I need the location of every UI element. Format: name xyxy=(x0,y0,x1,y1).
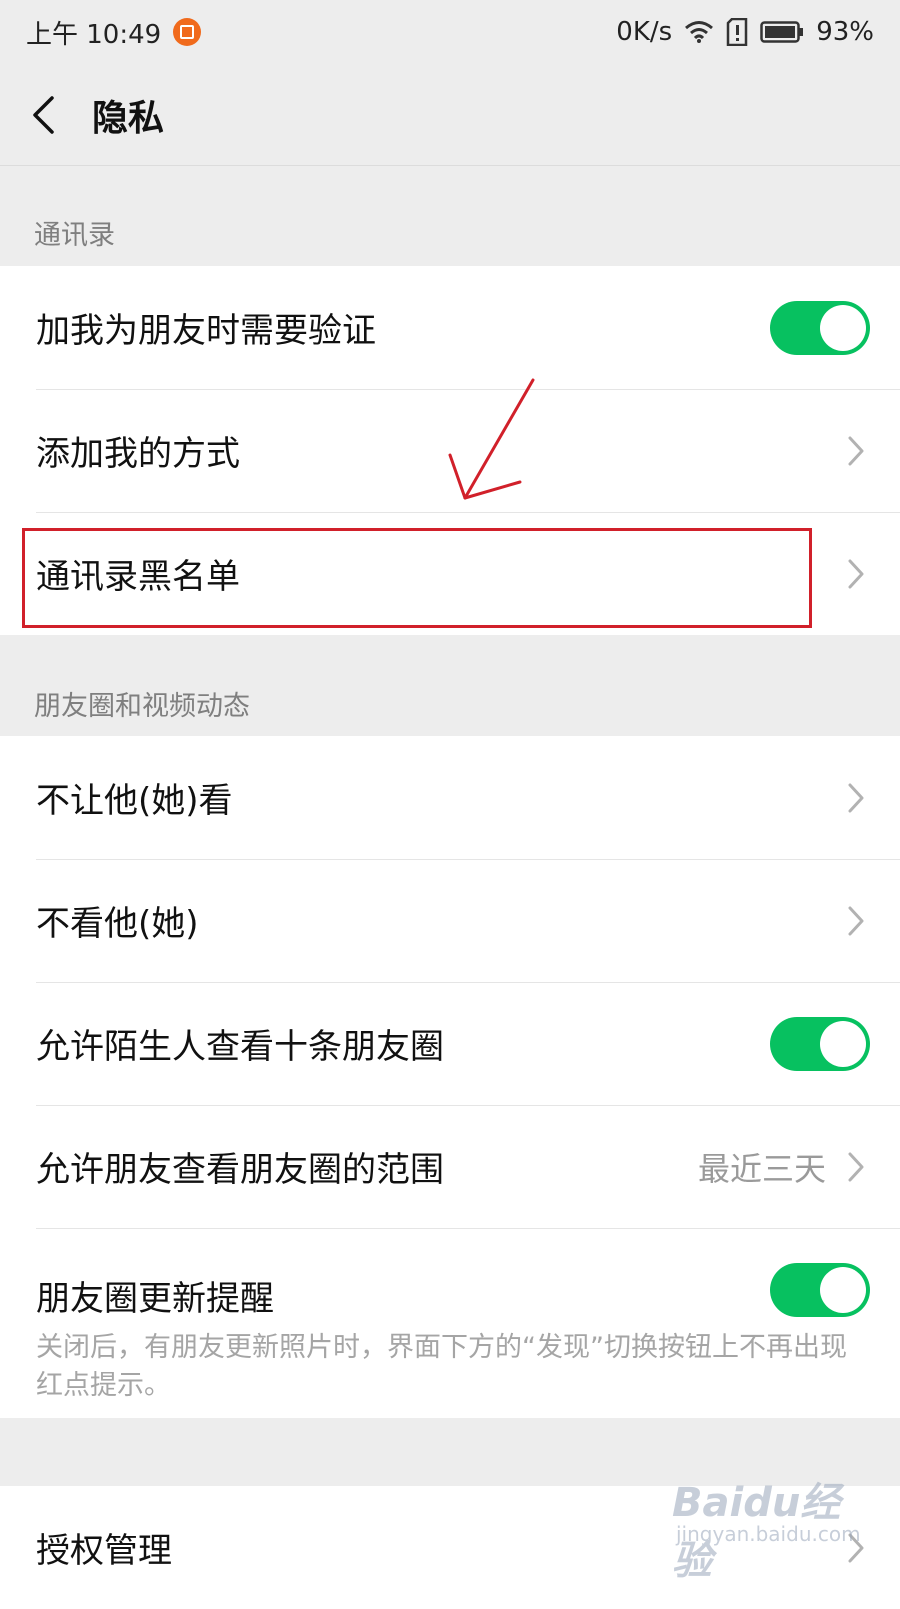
moments-update-reminder-toggle[interactable] xyxy=(770,1263,870,1317)
row-visible-range[interactable]: 允许朋友查看朋友圈的范围 最近三天 xyxy=(0,1105,900,1228)
row-authorization-management[interactable]: 授权管理 xyxy=(0,1486,900,1609)
row-strangers-ten-posts[interactable]: 允许陌生人查看十条朋友圈 xyxy=(0,982,900,1105)
sim-alert-icon xyxy=(726,18,748,46)
toggle-knob xyxy=(820,1020,866,1067)
section-label-moments: 朋友圈和视频动态 xyxy=(34,691,250,722)
row-label: 不看他(她) xyxy=(36,904,199,944)
chevron-right-icon xyxy=(844,556,868,592)
row-label: 允许朋友查看朋友圈的范围 xyxy=(36,1150,444,1190)
row-moments-update-reminder[interactable]: 朋友圈更新提醒 关闭后，有朋友更新照片时，界面下方的“发现”切换按钮上不再出现红… xyxy=(0,1228,900,1418)
row-hide-their-posts[interactable]: 不看他(她) xyxy=(0,859,900,982)
row-add-me-methods[interactable]: 添加我的方式 xyxy=(0,389,900,512)
row-contacts-blacklist[interactable]: 通讯录黑名单 xyxy=(0,512,900,635)
wifi-icon xyxy=(684,20,714,44)
toggle-knob xyxy=(820,304,866,351)
battery-percent: 93% xyxy=(816,17,874,47)
contacts-group: 加我为朋友时需要验证 添加我的方式 通讯录黑名单 xyxy=(0,266,900,635)
row-label: 通讯录黑名单 xyxy=(36,557,240,597)
row-label: 添加我的方式 xyxy=(36,434,240,474)
chevron-right-icon xyxy=(844,780,868,816)
row-label: 朋友圈更新提醒 xyxy=(36,1279,274,1319)
back-button[interactable] xyxy=(0,64,86,166)
row-label: 加我为朋友时需要验证 xyxy=(36,311,376,351)
notification-icon xyxy=(173,18,202,46)
chevron-right-icon xyxy=(844,1530,868,1566)
row-label: 允许陌生人查看十条朋友圈 xyxy=(36,1027,444,1067)
moments-group: 不让他(她)看 不看他(她) 允许陌生人查看十条朋友圈 允许朋友查看朋友圈的范围… xyxy=(0,736,900,1418)
friend-verification-toggle[interactable] xyxy=(770,300,870,355)
nav-bar: 隐私 xyxy=(0,64,900,166)
status-time: 上午 10:49 xyxy=(26,19,162,50)
row-description: 关闭后，有朋友更新照片时，界面下方的“发现”切换按钮上不再出现红点提示。 xyxy=(36,1332,847,1401)
chevron-left-icon xyxy=(33,95,54,134)
chevron-right-icon xyxy=(844,1149,868,1185)
row-friend-verification[interactable]: 加我为朋友时需要验证 xyxy=(0,266,900,389)
page-title: 隐私 xyxy=(92,97,165,139)
chevron-right-icon xyxy=(844,433,868,469)
visible-range-value: 最近三天 xyxy=(697,1149,826,1188)
status-bar: 上午 10:49 0K/s 93% xyxy=(0,0,900,64)
row-label: 授权管理 xyxy=(36,1531,172,1571)
strangers-ten-posts-toggle[interactable] xyxy=(770,1016,870,1071)
status-right: 0K/s 93% xyxy=(616,17,874,47)
section-label-contacts: 通讯录 xyxy=(34,220,115,251)
row-hide-my-posts[interactable]: 不让他(她)看 xyxy=(0,736,900,859)
toggle-knob xyxy=(820,1267,866,1313)
network-speed: 0K/s xyxy=(616,17,673,47)
auth-group: 授权管理 xyxy=(0,1486,900,1609)
row-label: 不让他(她)看 xyxy=(36,781,233,821)
battery-icon xyxy=(760,21,804,43)
chevron-right-icon xyxy=(844,903,868,939)
status-left: 上午 10:49 xyxy=(26,14,202,51)
